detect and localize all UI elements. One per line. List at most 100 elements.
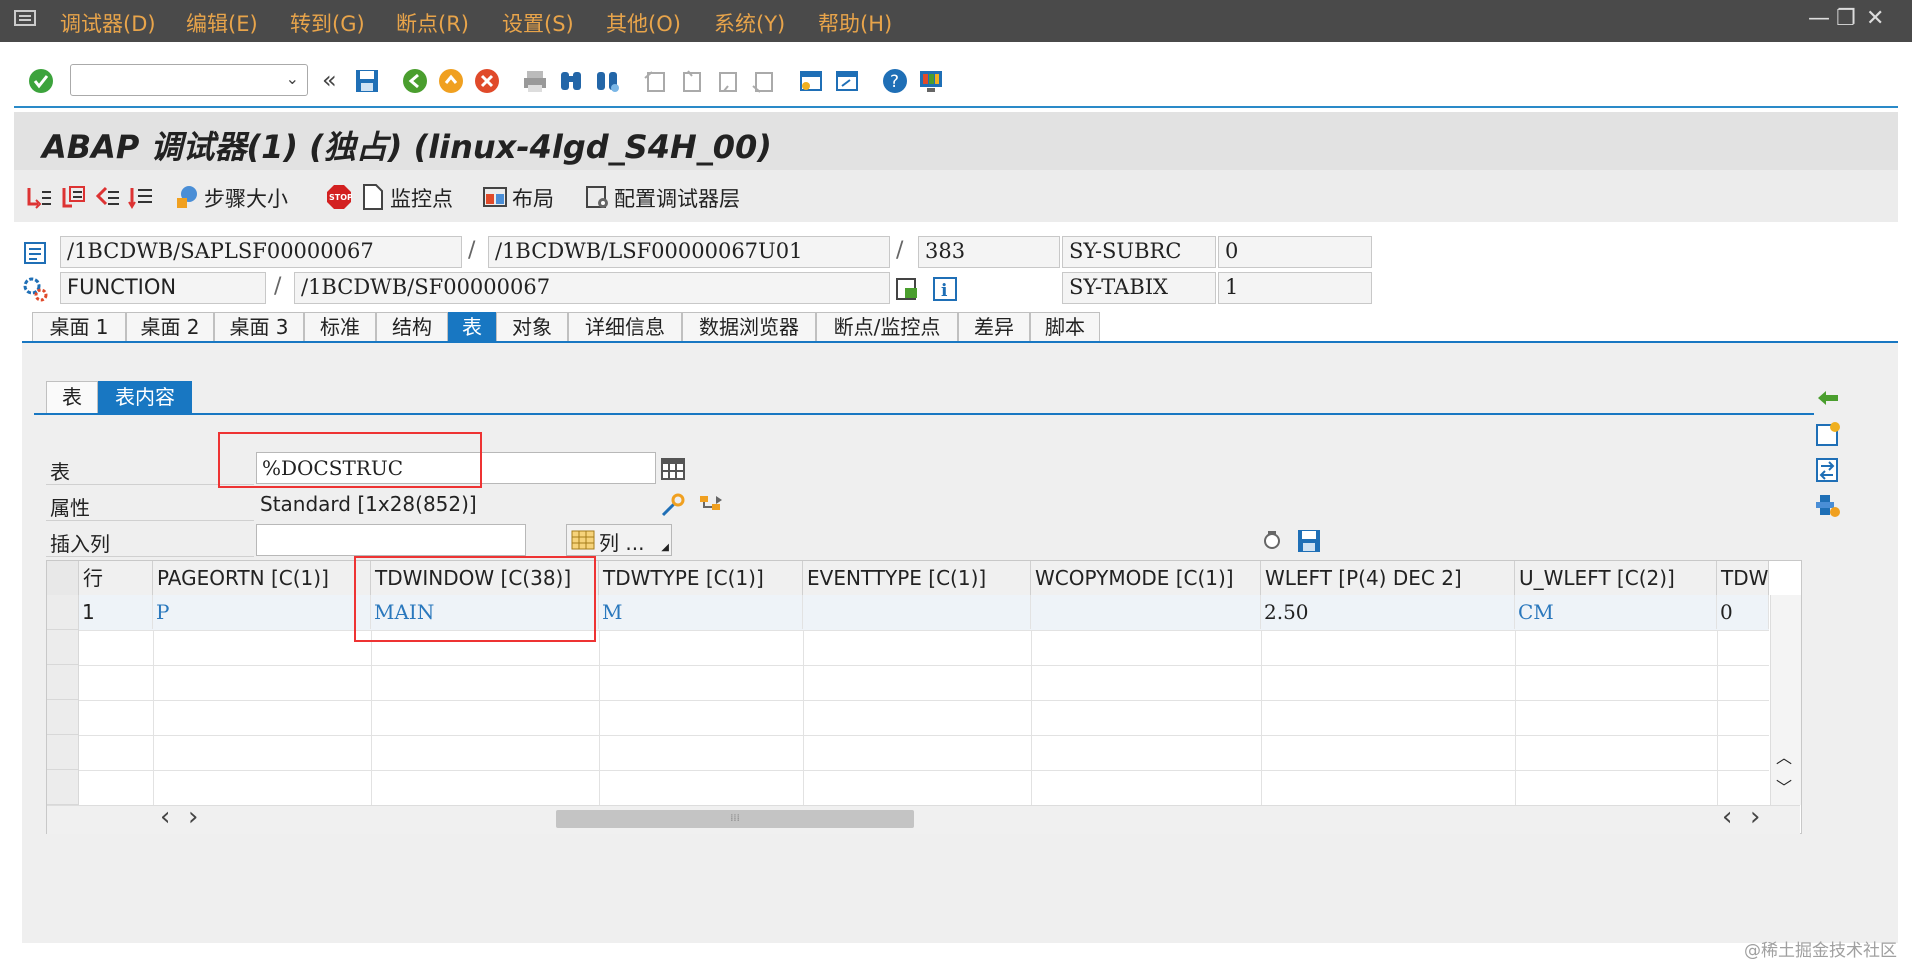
cell-u-wleft[interactable]: CM: [1515, 595, 1717, 629]
column-header-wleft[interactable]: WLEFT [P(4) DEC 2]: [1261, 561, 1515, 595]
cell-tdwtype[interactable]: M: [599, 595, 803, 629]
services-tool-icon[interactable]: [1814, 492, 1842, 520]
select-all-corner[interactable]: [47, 561, 79, 595]
tab-details[interactable]: 详细信息: [568, 312, 682, 342]
back-icon[interactable]: [402, 68, 428, 99]
single-step-icon[interactable]: [26, 184, 52, 215]
tab-table[interactable]: 表: [448, 312, 496, 342]
lamp-icon[interactable]: [1262, 528, 1282, 559]
scroll-down-button[interactable]: ﹀: [1776, 774, 1792, 798]
stop-icon[interactable]: STOP: [326, 184, 353, 215]
find-icon[interactable]: [558, 68, 584, 99]
scroll-left-button[interactable]: ‹: [160, 802, 170, 832]
menu-system[interactable]: 系统(Y): [714, 8, 785, 38]
column-header-tdwtype[interactable]: TDWTYPE [C(1)]: [599, 561, 803, 595]
info-icon[interactable]: i: [932, 276, 958, 307]
tab-standard[interactable]: 标准: [304, 312, 376, 342]
scroll-right-button[interactable]: ›: [188, 802, 198, 832]
customize-layout-icon[interactable]: [918, 68, 944, 99]
hierarchy-icon[interactable]: [698, 492, 724, 523]
cell-wleft[interactable]: 2.50: [1261, 595, 1515, 629]
columns-button[interactable]: 列 ... ◢: [566, 524, 672, 556]
insert-column-input[interactable]: [256, 524, 526, 556]
step-size-icon[interactable]: [174, 184, 200, 215]
subtab-table-contents[interactable]: 表内容: [98, 381, 192, 413]
scroll-up-button[interactable]: ︿: [1776, 744, 1792, 768]
save-icon[interactable]: [354, 68, 380, 99]
navigate-source-icon[interactable]: [894, 276, 920, 307]
last-page-icon[interactable]: [750, 68, 776, 99]
column-header-wcopymode[interactable]: WCOPYMODE [C(1)]: [1031, 561, 1261, 595]
shortcut-icon[interactable]: [834, 68, 860, 99]
key-edit-icon[interactable]: [660, 492, 686, 523]
menu-goto[interactable]: 转到(G): [290, 8, 365, 38]
column-header-eventtype[interactable]: EVENTTYPE [C(1)]: [803, 561, 1031, 595]
enter-icon[interactable]: [28, 68, 54, 94]
print-icon[interactable]: [522, 68, 548, 99]
next-page-icon[interactable]: [714, 68, 740, 99]
menu-edit[interactable]: 编辑(E): [186, 8, 258, 38]
cell-pageortn[interactable]: P: [153, 595, 371, 629]
dropdown-corner-icon: ◢: [661, 542, 669, 553]
restore-icon[interactable]: ❐: [1836, 6, 1856, 31]
application-toolbar: [14, 170, 1898, 222]
horizontal-scroll-thumb[interactable]: ⁞⁞⁞: [556, 810, 914, 828]
close-window-icon[interactable]: ✕: [1866, 6, 1884, 31]
cell-eventtype[interactable]: [803, 595, 1031, 629]
new-tool-icon[interactable]: [1814, 420, 1842, 448]
configure-layers-icon[interactable]: [584, 184, 610, 215]
tab-desktop-3[interactable]: 桌面 3: [214, 312, 304, 342]
column-header-u-wleft[interactable]: U_WLEFT [C(2)]: [1515, 561, 1717, 595]
row-selector[interactable]: [47, 595, 79, 630]
tab-breakpoints-watchpoints[interactable]: 断点/监控点: [816, 312, 958, 342]
subtab-table[interactable]: 表: [46, 381, 98, 413]
layout-icon[interactable]: [482, 184, 508, 215]
tab-desktop-1[interactable]: 桌面 1: [32, 312, 126, 342]
tab-script[interactable]: 脚本: [1030, 312, 1100, 342]
layout-button[interactable]: 布局: [512, 183, 554, 213]
command-field[interactable]: ⌄: [70, 64, 308, 96]
watchpoint-button[interactable]: 监控点: [390, 183, 453, 213]
scroll-left-button-right[interactable]: ‹: [1722, 802, 1732, 832]
swap-tool-icon[interactable]: [1814, 456, 1842, 484]
find-next-icon[interactable]: [594, 68, 620, 99]
event-type-field: FUNCTION: [60, 272, 266, 304]
chevron-down-icon[interactable]: ⌄: [286, 69, 299, 88]
tab-data-browser[interactable]: 数据浏览器: [682, 312, 816, 342]
column-header-pageortn[interactable]: PAGEORTN [C(1)]: [153, 561, 371, 595]
back-arrow-icon[interactable]: [1814, 384, 1842, 412]
configure-layers-button[interactable]: 配置调试器层: [614, 183, 740, 213]
include-field: /1BCDWB/LSF00000067U01: [488, 236, 890, 268]
menu-breakpoints[interactable]: 断点(R): [396, 8, 469, 38]
cell-wcopymode[interactable]: [1031, 595, 1261, 629]
tab-diff[interactable]: 差异: [958, 312, 1030, 342]
menu-debugger[interactable]: 调试器(D): [60, 8, 156, 38]
collapse-command-icon[interactable]: «: [322, 66, 337, 94]
previous-page-icon[interactable]: [678, 68, 704, 99]
cell-tdwi[interactable]: 0: [1717, 595, 1769, 629]
step-size-button[interactable]: 步骤大小: [204, 183, 288, 213]
table-view-icon[interactable]: [660, 456, 686, 487]
column-header-row[interactable]: 行: [79, 561, 153, 595]
menu-help[interactable]: 帮助(H): [818, 8, 892, 38]
help-icon[interactable]: ?: [882, 68, 908, 99]
continue-icon[interactable]: [128, 184, 154, 215]
column-header-tdwi[interactable]: TDWI: [1717, 561, 1769, 595]
exit-icon[interactable]: [438, 68, 464, 99]
tab-structure[interactable]: 结构: [376, 312, 448, 342]
menu-settings[interactable]: 设置(S): [502, 8, 574, 38]
tab-object[interactable]: 对象: [496, 312, 568, 342]
system-menu-icon[interactable]: [14, 8, 36, 26]
create-session-icon[interactable]: [798, 68, 824, 99]
return-icon[interactable]: [94, 184, 120, 215]
tab-desktop-2[interactable]: 桌面 2: [126, 312, 214, 342]
scroll-right-button-right[interactable]: ›: [1750, 802, 1760, 832]
menu-other[interactable]: 其他(O): [606, 8, 681, 38]
function-icon: [22, 276, 48, 307]
minimize-icon[interactable]: —: [1808, 6, 1830, 31]
first-page-icon[interactable]: [642, 68, 668, 99]
cancel-icon[interactable]: [474, 68, 500, 99]
watchpoint-icon[interactable]: [362, 184, 384, 215]
execute-step-icon[interactable]: [60, 184, 86, 215]
save-table-icon[interactable]: [1296, 528, 1322, 559]
